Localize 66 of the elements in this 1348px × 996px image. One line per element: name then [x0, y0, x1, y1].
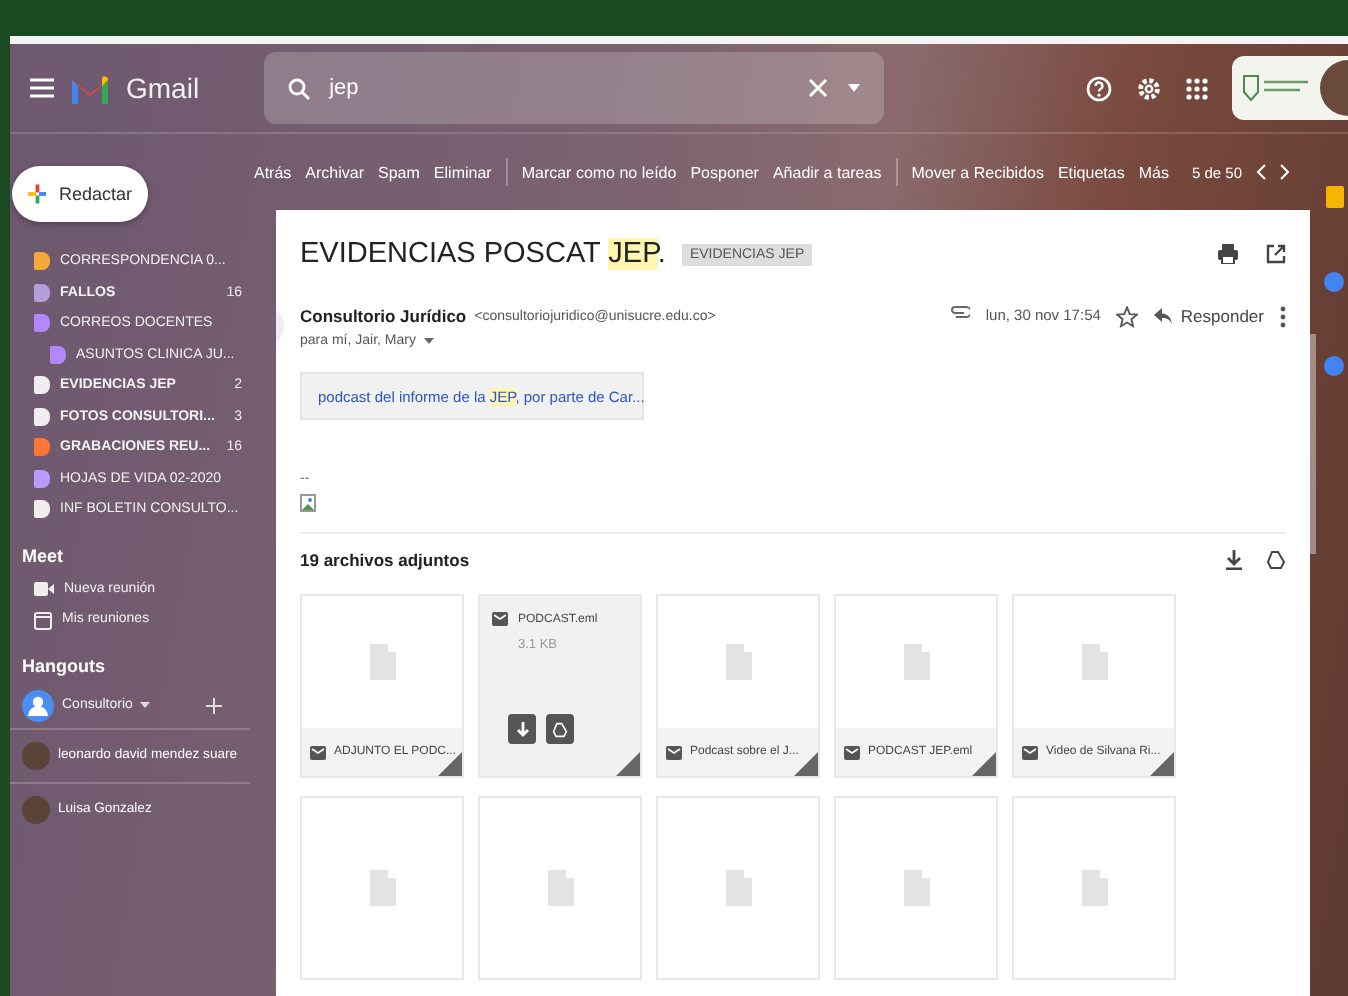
chevron-right-icon[interactable] — [1280, 164, 1290, 180]
reply-arrow-icon — [1154, 308, 1173, 324]
search-field[interactable]: jep — [263, 52, 884, 124]
file-icon — [725, 644, 751, 680]
university-logo-icon — [1240, 72, 1312, 104]
envelope-icon — [666, 745, 682, 759]
section-title: Meet — [22, 545, 66, 565]
section-title: Hangouts — [22, 655, 107, 675]
contact-avatar — [22, 795, 50, 823]
print-icon[interactable] — [1218, 244, 1238, 264]
reply-button[interactable]: Responder — [1154, 306, 1264, 326]
gmail-logo-icon[interactable] — [70, 73, 110, 103]
paperclip-icon — [949, 306, 970, 318]
caret-icon[interactable] — [423, 338, 434, 344]
caret-icon[interactable] — [140, 702, 151, 708]
plus-icon — [28, 182, 47, 206]
close-icon[interactable] — [807, 78, 828, 98]
attachments-count: 19 archivos adjuntos — [300, 550, 470, 570]
search-icon[interactable] — [287, 77, 310, 99]
file-icon — [1081, 870, 1107, 906]
settings-icon[interactable] — [1136, 75, 1162, 101]
sender-name: Consultorio Jurídico — [300, 306, 467, 326]
download-button[interactable] — [508, 714, 536, 744]
chevron-left-icon[interactable] — [1256, 164, 1266, 180]
toolbar-button[interactable]: Marcar como no leído — [521, 163, 677, 181]
download-icon[interactable] — [1226, 550, 1242, 570]
more-vertical-icon[interactable] — [1280, 306, 1286, 328]
file-icon — [903, 644, 929, 680]
user-avatar-icon[interactable] — [22, 689, 54, 721]
avatar-icon — [1320, 60, 1348, 116]
toolbar-button[interactable]: Spam — [378, 163, 420, 181]
file-icon — [547, 870, 573, 906]
help-icon[interactable] — [1086, 75, 1112, 101]
app-name: Gmail — [126, 72, 200, 104]
contact-avatar — [22, 741, 50, 769]
account-badge[interactable] — [1232, 56, 1348, 120]
toolbar-button[interactable]: Más — [1138, 163, 1169, 181]
file-icon — [725, 870, 751, 906]
email-subject: EVIDENCIAS POSCAT JEP. — [300, 238, 666, 270]
toolbar-button[interactable]: Archivar — [305, 163, 365, 181]
toolbar-button[interactable]: Eliminar — [433, 163, 492, 181]
download-icon — [515, 721, 529, 737]
toolbar-button[interactable]: Mover a Recibidos — [911, 163, 1044, 181]
toolbar-button[interactable]: Atrás — [254, 163, 292, 181]
open-in-new-window-icon[interactable] — [1266, 244, 1286, 264]
file-icon — [369, 644, 395, 680]
envelope-icon — [1022, 745, 1038, 759]
add-to-drive-button[interactable] — [546, 714, 574, 744]
file-icon — [369, 870, 395, 906]
broken-image-icon — [300, 494, 316, 512]
compose-button[interactable]: Redactar — [12, 166, 148, 222]
file-icon — [903, 870, 929, 906]
calendar-icon — [34, 609, 52, 630]
video-camera-icon — [34, 581, 54, 596]
envelope-icon — [844, 745, 860, 759]
apps-grid-icon[interactable] — [1186, 77, 1208, 99]
envelope-icon — [492, 612, 508, 626]
toolbar-button[interactable]: Posponer — [690, 163, 759, 181]
envelope-icon — [310, 745, 326, 759]
add-icon[interactable] — [206, 697, 222, 713]
star-icon[interactable] — [1116, 306, 1139, 328]
toolbar-button[interactable]: Etiquetas — [1057, 163, 1125, 181]
menu-icon[interactable] — [30, 78, 54, 98]
toolbar-button[interactable]: Añadir a tareas — [772, 163, 882, 181]
file-icon — [1081, 644, 1107, 680]
caret-icon[interactable] — [847, 84, 860, 92]
